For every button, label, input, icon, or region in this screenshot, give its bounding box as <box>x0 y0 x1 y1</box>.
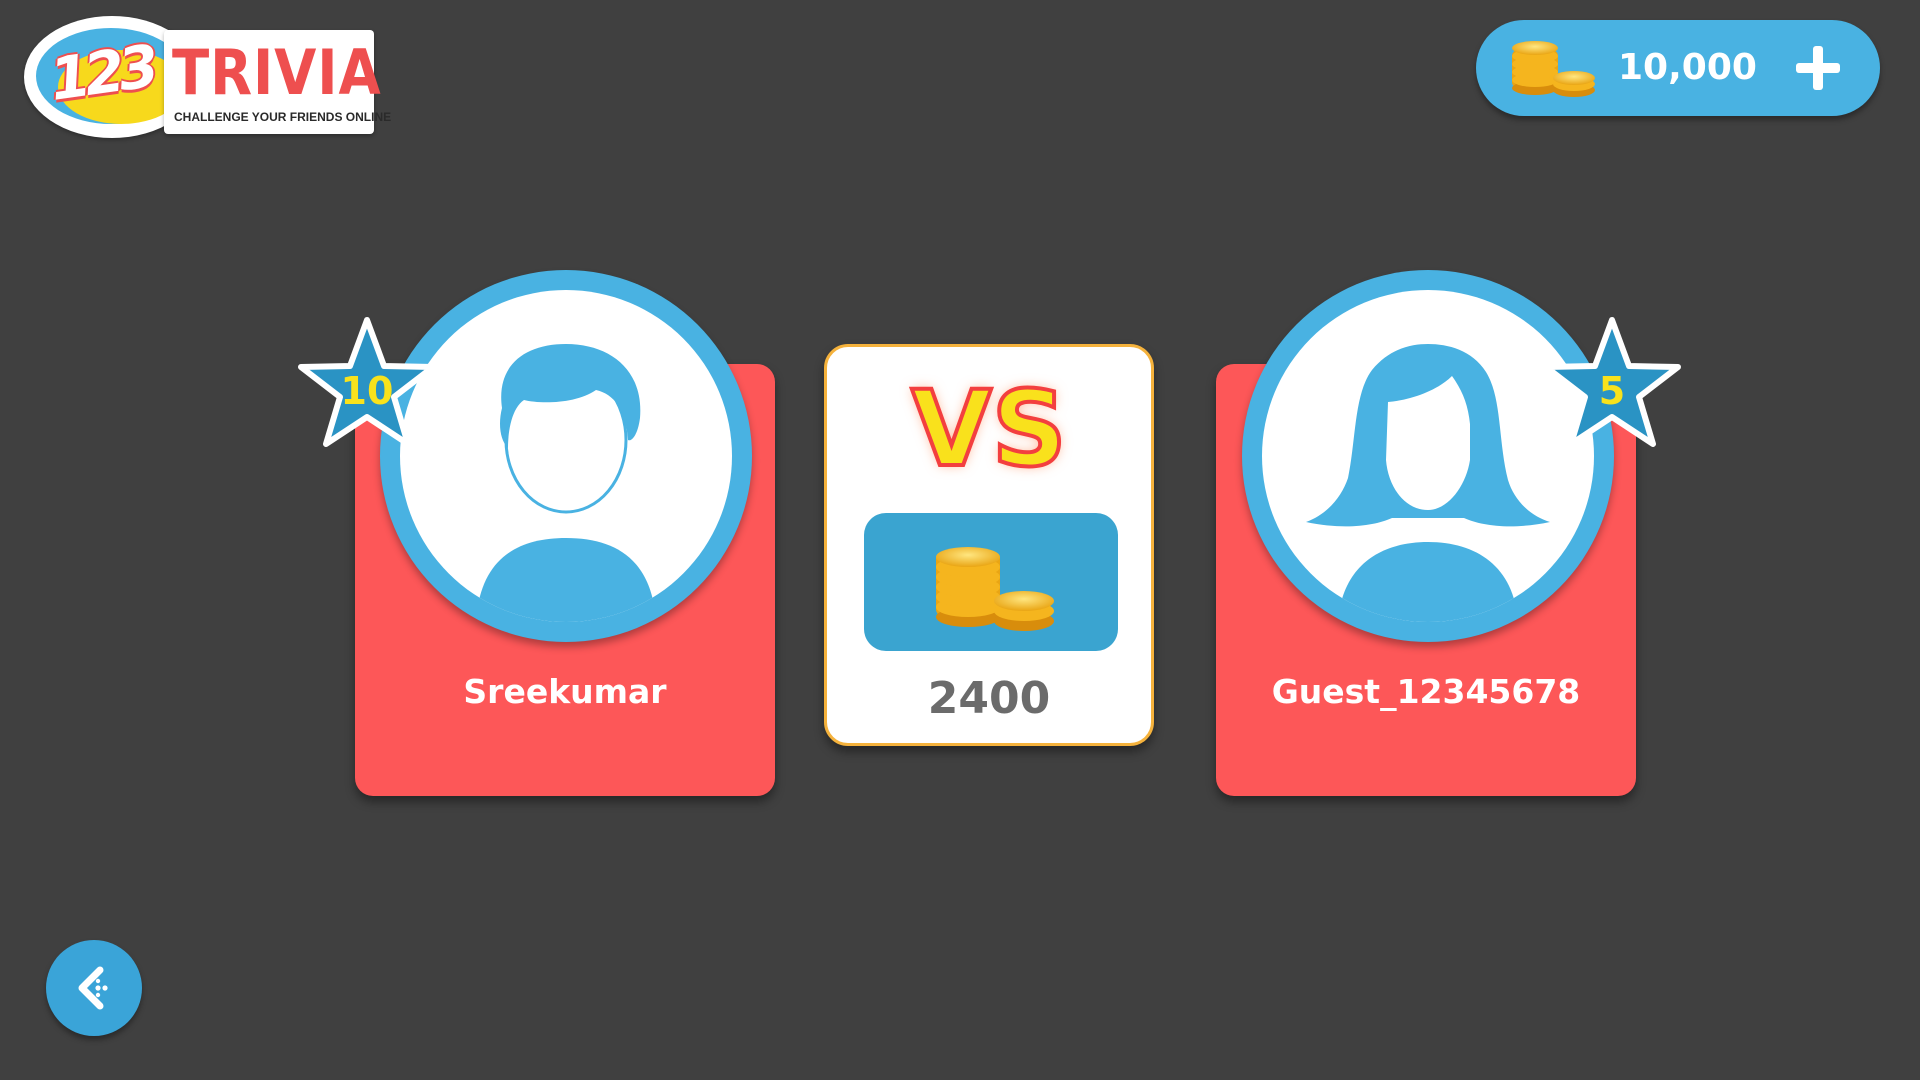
coin-stack-icon <box>1512 41 1595 97</box>
player-level-left: 10 <box>340 369 394 413</box>
add-coins-button[interactable] <box>1788 38 1848 98</box>
vs-label: VS <box>909 367 1068 491</box>
game-logo: 123 TRIVIA CHALLENGE YOUR FRIENDS ONLINE <box>24 16 391 140</box>
logo-tagline: CHALLENGE YOUR FRIENDS ONLINE <box>174 110 392 124</box>
player-name-right: Guest_12345678 <box>1271 672 1581 711</box>
stake-amount: 2400 <box>927 673 1051 724</box>
coin-balance-pill[interactable]: 10,000 <box>1476 20 1880 116</box>
player-level-right: 5 <box>1598 369 1626 413</box>
coin-stack-icon <box>936 547 1054 631</box>
logo-title: TRIVIA <box>172 36 382 109</box>
male-avatar-icon <box>476 344 656 622</box>
back-button[interactable] <box>46 940 142 1036</box>
stake-panel <box>864 513 1118 651</box>
match-stake-box: VS 2400 <box>824 344 1154 746</box>
player-name-left: Sreekumar <box>463 672 667 711</box>
coin-balance: 10,000 <box>1618 47 1757 88</box>
logo-digits: 123 <box>45 32 158 114</box>
level-star-left: 10 <box>295 314 439 458</box>
level-star-right: 5 <box>1540 314 1684 458</box>
back-arrow-icon <box>78 966 108 1010</box>
